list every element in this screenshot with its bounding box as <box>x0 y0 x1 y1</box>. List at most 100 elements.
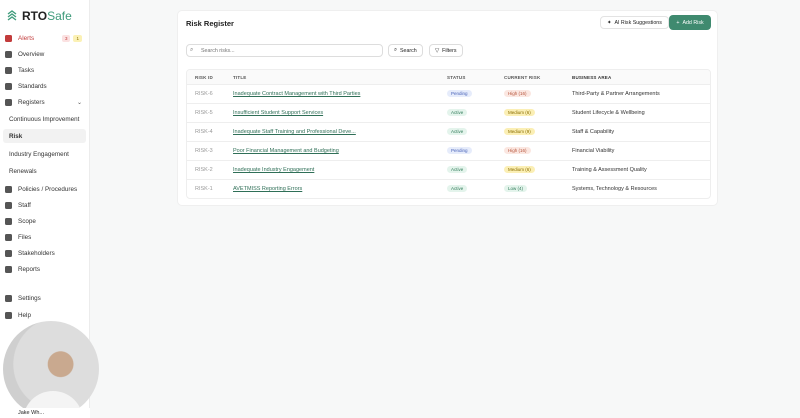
risk-title-link[interactable]: Inadequate Industry Engagement <box>233 167 314 173</box>
sidebar-item-help[interactable]: Help <box>3 308 86 322</box>
col-title[interactable]: TITLE <box>233 75 447 80</box>
logo[interactable]: RTOSafe <box>6 9 72 23</box>
sidebar-item-registers[interactable]: Registers ⌄ <box>3 95 86 109</box>
sidebar-item-renewals[interactable]: Renewals <box>3 164 86 178</box>
sidebar-item-label: Scope <box>18 217 36 225</box>
sidebar-item-label: Alerts <box>18 34 35 42</box>
col-risk-id[interactable]: RISK ID <box>187 75 233 80</box>
search-input[interactable] <box>186 44 383 57</box>
ai-risk-suggestions-button[interactable]: ✦ AI Risk Suggestions <box>600 16 669 29</box>
business-area: Student Lifecycle & Wellbeing <box>572 110 645 116</box>
sidebar-item-settings[interactable]: Settings <box>3 291 86 305</box>
risk-level-badge: Low (4) <box>504 185 528 192</box>
search-icon: ⌕ <box>190 47 194 53</box>
status-badge: Active <box>447 128 468 135</box>
sidebar-item-risk[interactable]: Risk <box>3 129 86 143</box>
table-row[interactable]: RISK-2 Inadequate Industry Engagement Acti… <box>187 160 710 179</box>
sidebar-item-policies-procedures[interactable]: Policies / Procedures <box>3 182 86 196</box>
risk-title-link[interactable]: Inadequate Contract Management with Thir… <box>233 91 360 97</box>
risk-title-link[interactable]: Insufficient Student Support Services <box>233 110 323 116</box>
risk-level-badge: Medium (6) <box>504 166 535 173</box>
sidebar-item-staff[interactable]: Staff <box>3 198 86 212</box>
risk-title-link[interactable]: AVETMISS Reporting Errors <box>233 186 302 192</box>
warning-count-badge: 1 <box>73 34 82 42</box>
risk-title-link[interactable]: Inadequate Staff Training and Profession… <box>233 129 356 135</box>
risk-id: RISK-3 <box>195 148 213 154</box>
nav-icon <box>5 265 12 273</box>
business-area: Systems, Technology & Resources <box>572 186 657 192</box>
col-status[interactable]: STATUS <box>447 75 504 80</box>
add-risk-button[interactable]: + Add Risk <box>669 15 711 30</box>
sidebar-item-label: Staff <box>18 201 31 209</box>
nav-icon <box>5 50 12 58</box>
sidebar-item-label: Risk <box>9 132 23 140</box>
sidebar-item-label: Overview <box>18 50 45 58</box>
nav-icon <box>5 185 12 193</box>
risk-id: RISK-1 <box>195 186 213 192</box>
alert-icon <box>5 34 12 42</box>
status-badge: Active <box>447 166 468 173</box>
sidebar-item-tasks[interactable]: Tasks <box>3 63 86 77</box>
risk-id: RISK-2 <box>195 167 213 173</box>
col-business-area[interactable]: BUSINESS AREA <box>572 75 710 80</box>
table-row[interactable]: RISK-4 Inadequate Staff Training and Prof… <box>187 122 710 141</box>
business-area: Training & Assessment Quality <box>572 167 647 173</box>
nav-icon <box>5 233 12 241</box>
risk-id: RISK-4 <box>195 129 213 135</box>
nav-icon <box>5 311 12 319</box>
sidebar-item-label: Policies / Procedures <box>18 185 78 193</box>
chevron-down-icon[interactable]: ⌄ <box>77 99 82 106</box>
filter-icon: ▽ <box>435 47 440 54</box>
risk-table: RISK ID TITLE STATUS CURRENT RISK BUSINE… <box>186 69 711 199</box>
search-button[interactable]: ⌕ Search <box>388 44 423 57</box>
sidebar-item-reports[interactable]: Reports <box>3 262 86 276</box>
business-area: Staff & Capability <box>572 129 615 135</box>
nav-icon <box>5 82 12 90</box>
table-row[interactable]: RISK-5 Insufficient Student Support Servi… <box>187 103 710 122</box>
sidebar-item-label: Stakeholders <box>18 249 55 257</box>
brand-prefix: RTO <box>22 9 48 23</box>
sidebar-item-overview[interactable]: Overview <box>3 47 86 61</box>
filters-button[interactable]: ▽ Filters <box>429 44 463 57</box>
webcam-overlay <box>3 321 99 417</box>
sidebar-item-label: Files <box>18 233 32 241</box>
sidebar-item-scope[interactable]: Scope <box>3 214 86 228</box>
status-badge: Active <box>447 185 468 192</box>
sidebar-item-label: Registers <box>18 98 45 106</box>
nav-icon <box>5 249 12 257</box>
sidebar-item-stakeholders[interactable]: Stakeholders <box>3 246 86 260</box>
sidebar-item-label: Help <box>18 311 31 319</box>
logo-icon <box>7 10 17 21</box>
alert-count-badge: 3 <box>61 34 71 42</box>
business-area: Third-Party & Partner Arrangements <box>572 91 660 97</box>
sidebar-item-label: Tasks <box>18 66 35 74</box>
sidebar-item-industry-engagement[interactable]: Industry Engagement <box>3 147 86 161</box>
status-badge: Pending <box>447 90 472 97</box>
nav-icon <box>5 98 12 106</box>
sidebar-item-label: Reports <box>18 265 41 273</box>
nav-icon <box>5 201 12 209</box>
sidebar-item-label: Settings <box>18 294 41 302</box>
table-header: RISK ID TITLE STATUS CURRENT RISK BUSINE… <box>187 70 710 84</box>
col-current-risk[interactable]: CURRENT RISK <box>504 75 572 80</box>
table-row[interactable]: RISK-1 AVETMISS Reporting Errors Active Low… <box>187 179 710 198</box>
sidebar-item-standards[interactable]: Standards <box>3 79 86 93</box>
sidebar-item-label: Continuous Improvement <box>9 115 80 123</box>
sidebar-item-files[interactable]: Files <box>3 230 86 244</box>
nav-icon <box>5 294 12 302</box>
search-icon: ⌕ <box>394 47 397 53</box>
sparkle-icon: ✦ <box>607 19 612 26</box>
sidebar-item-label: Renewals <box>9 167 37 175</box>
sidebar-item-label: Industry Engagement <box>9 150 69 158</box>
sidebar-item-label: Standards <box>18 82 47 90</box>
sidebar-item-alerts[interactable]: Alerts 3 1 <box>3 31 86 45</box>
risk-id: RISK-6 <box>195 91 213 97</box>
status-badge: Active <box>447 109 468 116</box>
risk-level-badge: Medium (9) <box>504 128 535 135</box>
risk-title-link[interactable]: Poor Financial Management and Budgeting <box>233 148 339 154</box>
sidebar-item-continuous-improvement[interactable]: Continuous Improvement <box>3 112 86 126</box>
brand-suffix: Safe <box>47 9 72 23</box>
table-row[interactable]: RISK-3 Poor Financial Management and Budg… <box>187 141 710 160</box>
user-menu[interactable]: Jake Wh... <box>0 408 90 418</box>
table-row[interactable]: RISK-6 Inadequate Contract Management wit… <box>187 84 710 103</box>
